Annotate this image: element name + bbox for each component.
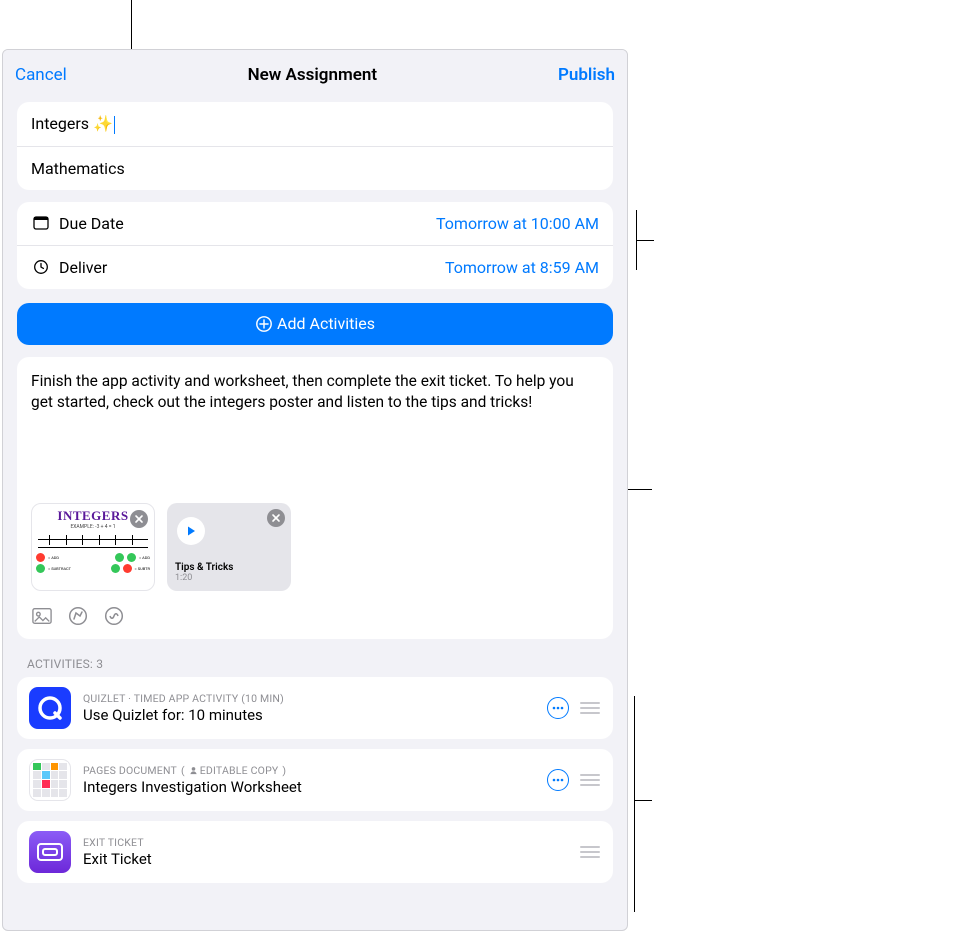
clock-icon xyxy=(31,259,51,275)
close-icon xyxy=(134,514,144,524)
activity-meta: EXIT TICKET xyxy=(83,836,579,849)
due-date-row[interactable]: Due Date Tomorrow at 10:00 AM xyxy=(17,202,613,246)
insert-drawing-button[interactable] xyxy=(67,605,89,627)
attachment-remove-button[interactable] xyxy=(130,510,148,528)
instructions-card: Finish the app activity and worksheet, t… xyxy=(17,357,613,639)
activities-header: ACTIVITIES: 3 xyxy=(27,657,613,671)
poster-numberline xyxy=(38,532,148,548)
activity-more-button[interactable] xyxy=(547,769,569,791)
audio-title: Tips & Tricks xyxy=(175,562,283,573)
attachments-row: INTEGERS EXAMPLE: -3 + 4 = 1 = ADD= ADD … xyxy=(31,503,599,591)
cancel-button[interactable]: Cancel xyxy=(15,65,67,85)
assignment-name-value: Integers ✨ xyxy=(31,114,599,134)
page-title: New Assignment xyxy=(248,65,377,85)
leader-line-dates-h xyxy=(636,240,654,241)
calendar-icon xyxy=(31,215,51,231)
ellipsis-icon xyxy=(552,778,564,782)
deliver-row[interactable]: Deliver Tomorrow at 8:59 AM xyxy=(17,246,613,289)
leader-line-activities-v xyxy=(634,696,635,912)
audio-play-button[interactable] xyxy=(177,517,205,545)
media-toolbar xyxy=(31,605,599,627)
publish-button[interactable]: Publish xyxy=(558,65,615,85)
titlebar: Cancel New Assignment Publish xyxy=(3,50,627,100)
name-class-group: Integers ✨ Mathematics xyxy=(17,102,613,190)
ellipsis-icon xyxy=(552,706,564,710)
dates-group: Due Date Tomorrow at 10:00 AM Deliver To… xyxy=(17,202,613,289)
leader-line-activities-h xyxy=(634,800,652,801)
audio-duration: 1:20 xyxy=(175,573,283,583)
drag-handle-icon[interactable] xyxy=(579,771,601,789)
person-icon xyxy=(189,766,198,775)
due-date-label: Due Date xyxy=(59,214,436,233)
activity-row[interactable]: EXIT TICKET Exit Ticket xyxy=(17,821,613,883)
attachment-remove-button[interactable] xyxy=(267,509,285,527)
instructions-text[interactable]: Finish the app activity and worksheet, t… xyxy=(31,371,599,413)
add-activities-button[interactable]: Add Activities xyxy=(17,303,613,345)
exit-ticket-icon xyxy=(29,831,71,873)
pages-doc-icon xyxy=(29,759,71,801)
activity-row[interactable]: QUIZLET · TIMED APP ACTIVITY (10 MIN) Us… xyxy=(17,677,613,739)
activity-meta: QUIZLET · TIMED APP ACTIVITY (10 MIN) xyxy=(83,692,547,705)
activity-title: Use Quizlet for: 10 minutes xyxy=(83,706,547,724)
activity-meta: PAGES DOCUMENT ( EDITABLE COPY ) xyxy=(83,764,547,777)
close-icon xyxy=(271,513,281,523)
play-icon xyxy=(185,525,197,537)
attachment-audio[interactable]: Tips & Tricks 1:20 xyxy=(167,503,291,591)
deliver-value: Tomorrow at 8:59 AM xyxy=(445,258,599,277)
add-activities-label: Add Activities xyxy=(277,314,375,333)
deliver-label: Deliver xyxy=(59,258,445,277)
poster-legend: = ADD= ADD = SUBTRACT= SUBTR xyxy=(36,552,150,574)
due-date-value: Tomorrow at 10:00 AM xyxy=(436,214,599,233)
drag-handle-icon[interactable] xyxy=(579,699,601,717)
activity-title: Exit Ticket xyxy=(83,850,579,868)
activity-row[interactable]: PAGES DOCUMENT ( EDITABLE COPY ) Integer… xyxy=(17,749,613,811)
quizlet-app-icon xyxy=(29,687,71,729)
plus-circle-icon xyxy=(255,315,273,333)
app-window: Cancel New Assignment Publish Integers ✨… xyxy=(2,49,628,931)
insert-audio-button[interactable] xyxy=(103,605,125,627)
class-value: Mathematics xyxy=(31,159,599,178)
text-caret xyxy=(114,116,115,134)
insert-photo-button[interactable] xyxy=(31,605,53,627)
activity-more-button[interactable] xyxy=(547,697,569,719)
assignment-name-field[interactable]: Integers ✨ xyxy=(17,102,613,147)
attachment-poster[interactable]: INTEGERS EXAMPLE: -3 + 4 = 1 = ADD= ADD … xyxy=(31,503,155,591)
class-field[interactable]: Mathematics xyxy=(17,147,613,190)
activity-title: Integers Investigation Worksheet xyxy=(83,778,547,796)
drag-handle-icon[interactable] xyxy=(579,843,601,861)
